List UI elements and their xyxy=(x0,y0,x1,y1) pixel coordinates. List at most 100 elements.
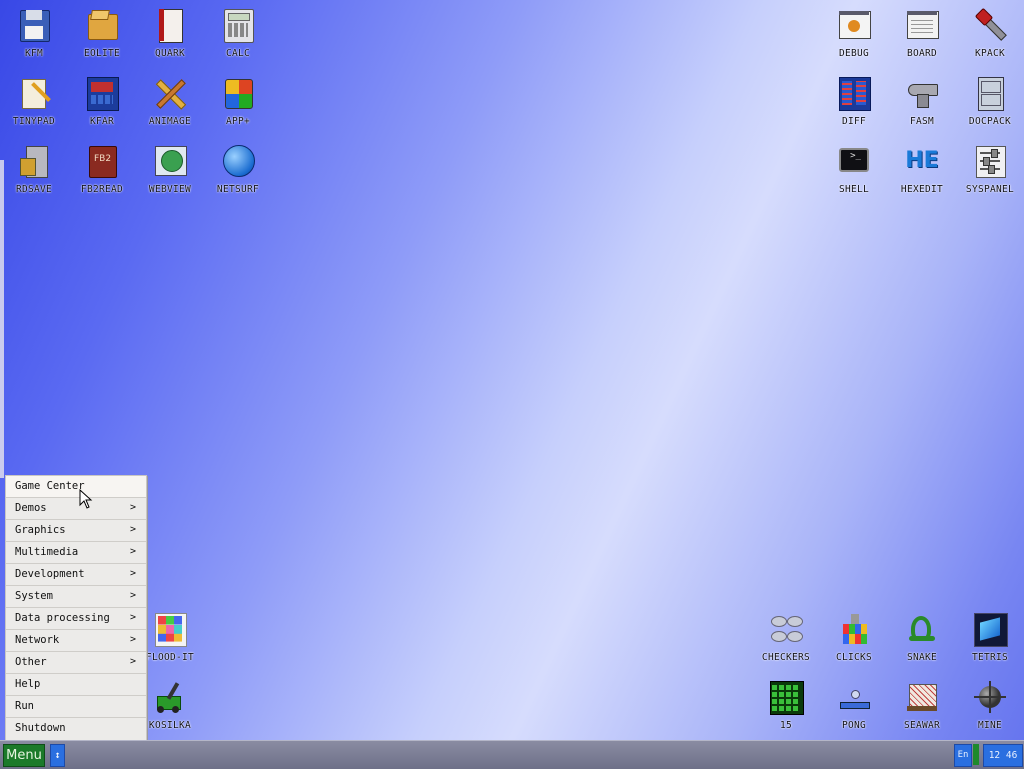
menu-item-help[interactable]: Help xyxy=(6,674,146,696)
menu-item-data-processing[interactable]: Data processing > xyxy=(6,608,146,630)
globe-icon xyxy=(221,144,255,178)
menu-item-game-center[interactable]: Game Center xyxy=(6,476,146,498)
language-indicator[interactable]: En xyxy=(954,744,972,767)
icon-label: KFM xyxy=(24,48,44,59)
icon-label: ANIMAGE xyxy=(148,116,192,127)
menu-item-other[interactable]: Other > xyxy=(6,652,146,674)
desktop-icon-fb2read[interactable]: FB2 FB2READ xyxy=(68,136,136,200)
menu-item-label: Run xyxy=(15,700,34,712)
taskbar: Menu ↕ En 12 46 xyxy=(0,740,1024,769)
icon-label: KFAR xyxy=(89,116,115,127)
menu-item-system[interactable]: System > xyxy=(6,586,146,608)
desktop-icon-checkers[interactable]: CHECKERS xyxy=(752,604,820,668)
menu-item-network[interactable]: Network > xyxy=(6,630,146,652)
color-grid-icon xyxy=(153,612,187,647)
desktop-icon-netsurf[interactable]: NETSURF xyxy=(204,136,272,200)
icon-label: NETSURF xyxy=(216,184,260,195)
desktop-icon-syspanel[interactable]: SYSPANEL xyxy=(956,136,1024,200)
menu-item-label: Network xyxy=(15,634,60,646)
checkers-icon xyxy=(769,612,803,646)
desktop-icon-diff[interactable]: DIFF xyxy=(820,68,888,132)
desktop-icon-quark[interactable]: QUARK xyxy=(136,0,204,64)
desktop-icon-kpack[interactable]: KPACK xyxy=(956,0,1024,64)
icon-label: BOARD xyxy=(906,48,938,59)
menu-item-graphics[interactable]: Graphics > xyxy=(6,520,146,542)
globe-window-icon xyxy=(153,144,187,178)
menu-item-demos[interactable]: Demos > xyxy=(6,498,146,520)
desktop-icon-eolite[interactable]: EOLITE xyxy=(68,0,136,64)
desktop: KFM EOLITE QUARK CALC TINYPAD KFAR ANIMA… xyxy=(0,0,1024,741)
folder-icon xyxy=(85,8,119,42)
menu-item-label: Demos xyxy=(15,502,47,514)
icon-label: 15 xyxy=(779,720,793,731)
icon-label: SEAWAR xyxy=(903,720,941,731)
tray-separator xyxy=(973,744,979,765)
icon-label: QUARK xyxy=(154,48,186,59)
desktop-icon-docpack[interactable]: DOCPACK xyxy=(956,68,1024,132)
desktop-icon-clicks[interactable]: CLICKS xyxy=(820,604,888,668)
tetris-icon xyxy=(973,612,1008,647)
menu-button[interactable]: Menu xyxy=(3,744,45,767)
floppy-disk-icon xyxy=(17,8,51,42)
desktop-icon-seawar[interactable]: SEAWAR xyxy=(888,672,956,736)
notepad-pencil-icon xyxy=(17,76,51,110)
clock[interactable]: 12 46 xyxy=(983,744,1023,767)
icon-label: TINYPAD xyxy=(12,116,56,127)
book-icon: FB2 xyxy=(85,144,119,178)
menu-item-label: Data processing xyxy=(15,612,110,624)
pencil-ruler-icon xyxy=(153,76,187,110)
chevron-right-icon: > xyxy=(129,590,136,601)
menu-item-label: Multimedia xyxy=(15,546,79,558)
desktop-icon-webview[interactable]: WEBVIEW xyxy=(136,136,204,200)
desktop-icon-mine[interactable]: MINE xyxy=(956,672,1024,736)
switch-arrows-icon[interactable]: ↕ xyxy=(50,744,65,767)
desktop-icon-snake[interactable]: SNAKE xyxy=(888,604,956,668)
menu-item-label: Game Center xyxy=(15,480,85,492)
icon-label: RDSAVE xyxy=(15,184,53,195)
wrench-icon xyxy=(973,7,1007,42)
icon-label: FASM xyxy=(909,116,935,127)
desktop-icon-board[interactable]: BOARD xyxy=(888,0,956,64)
desktop-icon-appplus[interactable]: APP+ xyxy=(204,68,272,132)
menu-item-development[interactable]: Development > xyxy=(6,564,146,586)
icon-label: APP+ xyxy=(225,116,251,127)
chevron-right-icon: > xyxy=(129,634,136,645)
hex-letters-icon: HE xyxy=(905,148,939,173)
desktop-icon-animage[interactable]: ANIMAGE xyxy=(136,68,204,132)
paddle-ball-icon xyxy=(837,680,871,714)
desktop-icon-debug[interactable]: DEBUG xyxy=(820,0,888,64)
desktop-icon-pong[interactable]: PONG xyxy=(820,672,888,736)
icon-label: PONG xyxy=(841,720,867,731)
icon-label: SNAKE xyxy=(906,652,938,663)
desktop-icon-tinypad[interactable]: TINYPAD xyxy=(0,68,68,132)
desktop-icon-tetris[interactable]: TETRIS xyxy=(956,604,1024,668)
rubiks-cube-icon xyxy=(221,76,255,110)
icon-label: FB2READ xyxy=(80,184,124,195)
menu-item-run[interactable]: Run xyxy=(6,696,146,718)
desktop-icon-15[interactable]: 15 xyxy=(752,672,820,736)
desktop-icon-shell[interactable]: >_ SHELL xyxy=(820,136,888,200)
menu-item-label: Shutdown xyxy=(15,722,66,734)
desktop-icon-fasm[interactable]: FASM xyxy=(888,68,956,132)
menu-item-label: Help xyxy=(15,678,41,690)
chevron-right-icon: > xyxy=(129,524,136,535)
menu-item-multimedia[interactable]: Multimedia > xyxy=(6,542,146,564)
chevron-right-icon: > xyxy=(129,502,136,513)
terminal-icon: >_ xyxy=(837,144,871,178)
icon-label: DEBUG xyxy=(838,48,870,59)
desktop-icon-calc[interactable]: CALC xyxy=(204,0,272,64)
ship-icon xyxy=(905,680,939,714)
desktop-icon-kfar[interactable]: KFAR xyxy=(68,68,136,132)
notebook-icon xyxy=(153,8,187,43)
desktop-icon-hexedit[interactable]: HE HEXEDIT xyxy=(888,136,956,200)
chevron-right-icon: > xyxy=(129,568,136,579)
panel-edge xyxy=(0,160,4,478)
icon-label: EOLITE xyxy=(83,48,121,59)
green-grid-icon xyxy=(769,680,804,715)
desktop-icon-rdsave[interactable]: RDSAVE xyxy=(0,136,68,200)
cabinet-icon xyxy=(973,76,1007,111)
desktop-icon-kfm[interactable]: KFM xyxy=(0,0,68,64)
sliders-icon xyxy=(973,144,1007,178)
menu-item-shutdown[interactable]: Shutdown xyxy=(6,718,146,740)
icon-label: TETRIS xyxy=(971,652,1009,663)
